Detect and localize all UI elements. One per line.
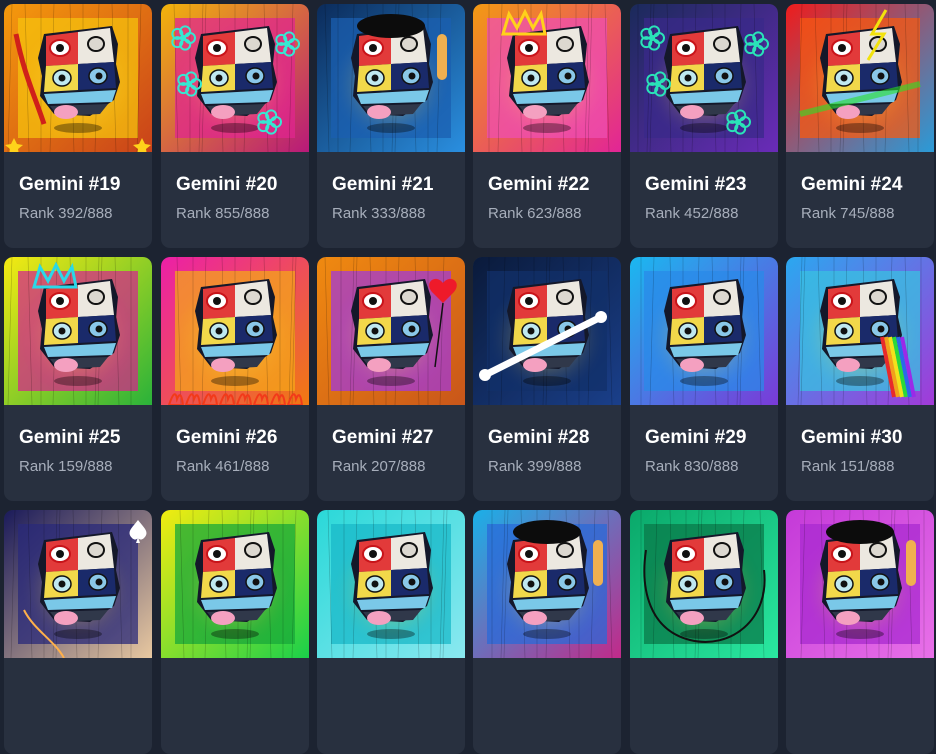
nft-card[interactable]: [4, 510, 152, 754]
nft-card[interactable]: Gemini #28 Rank 399/888: [473, 257, 621, 501]
nft-grid: Gemini #19 Rank 392/888 Gemini #20 Rank 855…: [0, 0, 936, 754]
nft-rank: Rank 399/888: [488, 458, 582, 475]
nft-rank: Rank 207/888: [332, 458, 426, 475]
nft-card[interactable]: Gemini #25 Rank 159/888: [4, 257, 152, 501]
nft-thumbnail[interactable]: [630, 257, 778, 405]
nft-rank: Rank 745/888: [801, 205, 895, 222]
nft-title: Gemini #23: [645, 174, 747, 195]
nft-rank: Rank 461/888: [176, 458, 270, 475]
nft-thumbnail[interactable]: [786, 4, 934, 152]
nft-thumbnail[interactable]: [630, 4, 778, 152]
nft-card[interactable]: [161, 510, 309, 754]
nft-rank: Rank 452/888: [645, 205, 739, 222]
nft-thumbnail[interactable]: [786, 257, 934, 405]
nft-thumbnail[interactable]: [4, 510, 152, 658]
nft-thumbnail[interactable]: [473, 4, 621, 152]
nft-thumbnail[interactable]: [317, 257, 465, 405]
nft-title: Gemini #29: [645, 427, 747, 448]
nft-rank: Rank 830/888: [645, 458, 739, 475]
nft-rank: Rank 159/888: [19, 458, 113, 475]
nft-card[interactable]: [473, 510, 621, 754]
nft-card[interactable]: Gemini #21 Rank 333/888: [317, 4, 465, 248]
nft-title: Gemini #27: [332, 427, 434, 448]
nft-title: Gemini #20: [176, 174, 278, 195]
nft-card[interactable]: Gemini #26 Rank 461/888: [161, 257, 309, 501]
nft-rank: Rank 623/888: [488, 205, 582, 222]
nft-thumbnail[interactable]: [317, 510, 465, 658]
nft-card[interactable]: Gemini #27 Rank 207/888: [317, 257, 465, 501]
nft-title: Gemini #28: [488, 427, 590, 448]
nft-title: Gemini #26: [176, 427, 278, 448]
nft-rank: Rank 151/888: [801, 458, 895, 475]
nft-thumbnail[interactable]: [473, 510, 621, 658]
nft-thumbnail[interactable]: [161, 510, 309, 658]
nft-card[interactable]: [630, 510, 778, 754]
nft-thumbnail[interactable]: [786, 510, 934, 658]
nft-title: Gemini #30: [801, 427, 903, 448]
nft-title: Gemini #21: [332, 174, 434, 195]
nft-card[interactable]: Gemini #30 Rank 151/888: [786, 257, 934, 501]
nft-title: Gemini #24: [801, 174, 903, 195]
nft-title: Gemini #25: [19, 427, 121, 448]
nft-card[interactable]: Gemini #19 Rank 392/888: [4, 4, 152, 248]
nft-thumbnail[interactable]: [630, 510, 778, 658]
nft-card[interactable]: [317, 510, 465, 754]
nft-card[interactable]: [786, 510, 934, 754]
nft-rank: Rank 855/888: [176, 205, 270, 222]
nft-card[interactable]: Gemini #23 Rank 452/888: [630, 4, 778, 248]
nft-rank: Rank 392/888: [19, 205, 113, 222]
nft-title: Gemini #22: [488, 174, 590, 195]
nft-card[interactable]: Gemini #22 Rank 623/888: [473, 4, 621, 248]
nft-thumbnail[interactable]: [317, 4, 465, 152]
nft-card[interactable]: Gemini #24 Rank 745/888: [786, 4, 934, 248]
nft-thumbnail[interactable]: [473, 257, 621, 405]
nft-thumbnail[interactable]: [161, 4, 309, 152]
nft-card[interactable]: Gemini #29 Rank 830/888: [630, 257, 778, 501]
nft-thumbnail[interactable]: [4, 257, 152, 405]
nft-rank: Rank 333/888: [332, 205, 426, 222]
nft-thumbnail[interactable]: [161, 257, 309, 405]
nft-card[interactable]: Gemini #20 Rank 855/888: [161, 4, 309, 248]
nft-title: Gemini #19: [19, 174, 121, 195]
nft-thumbnail[interactable]: [4, 4, 152, 152]
